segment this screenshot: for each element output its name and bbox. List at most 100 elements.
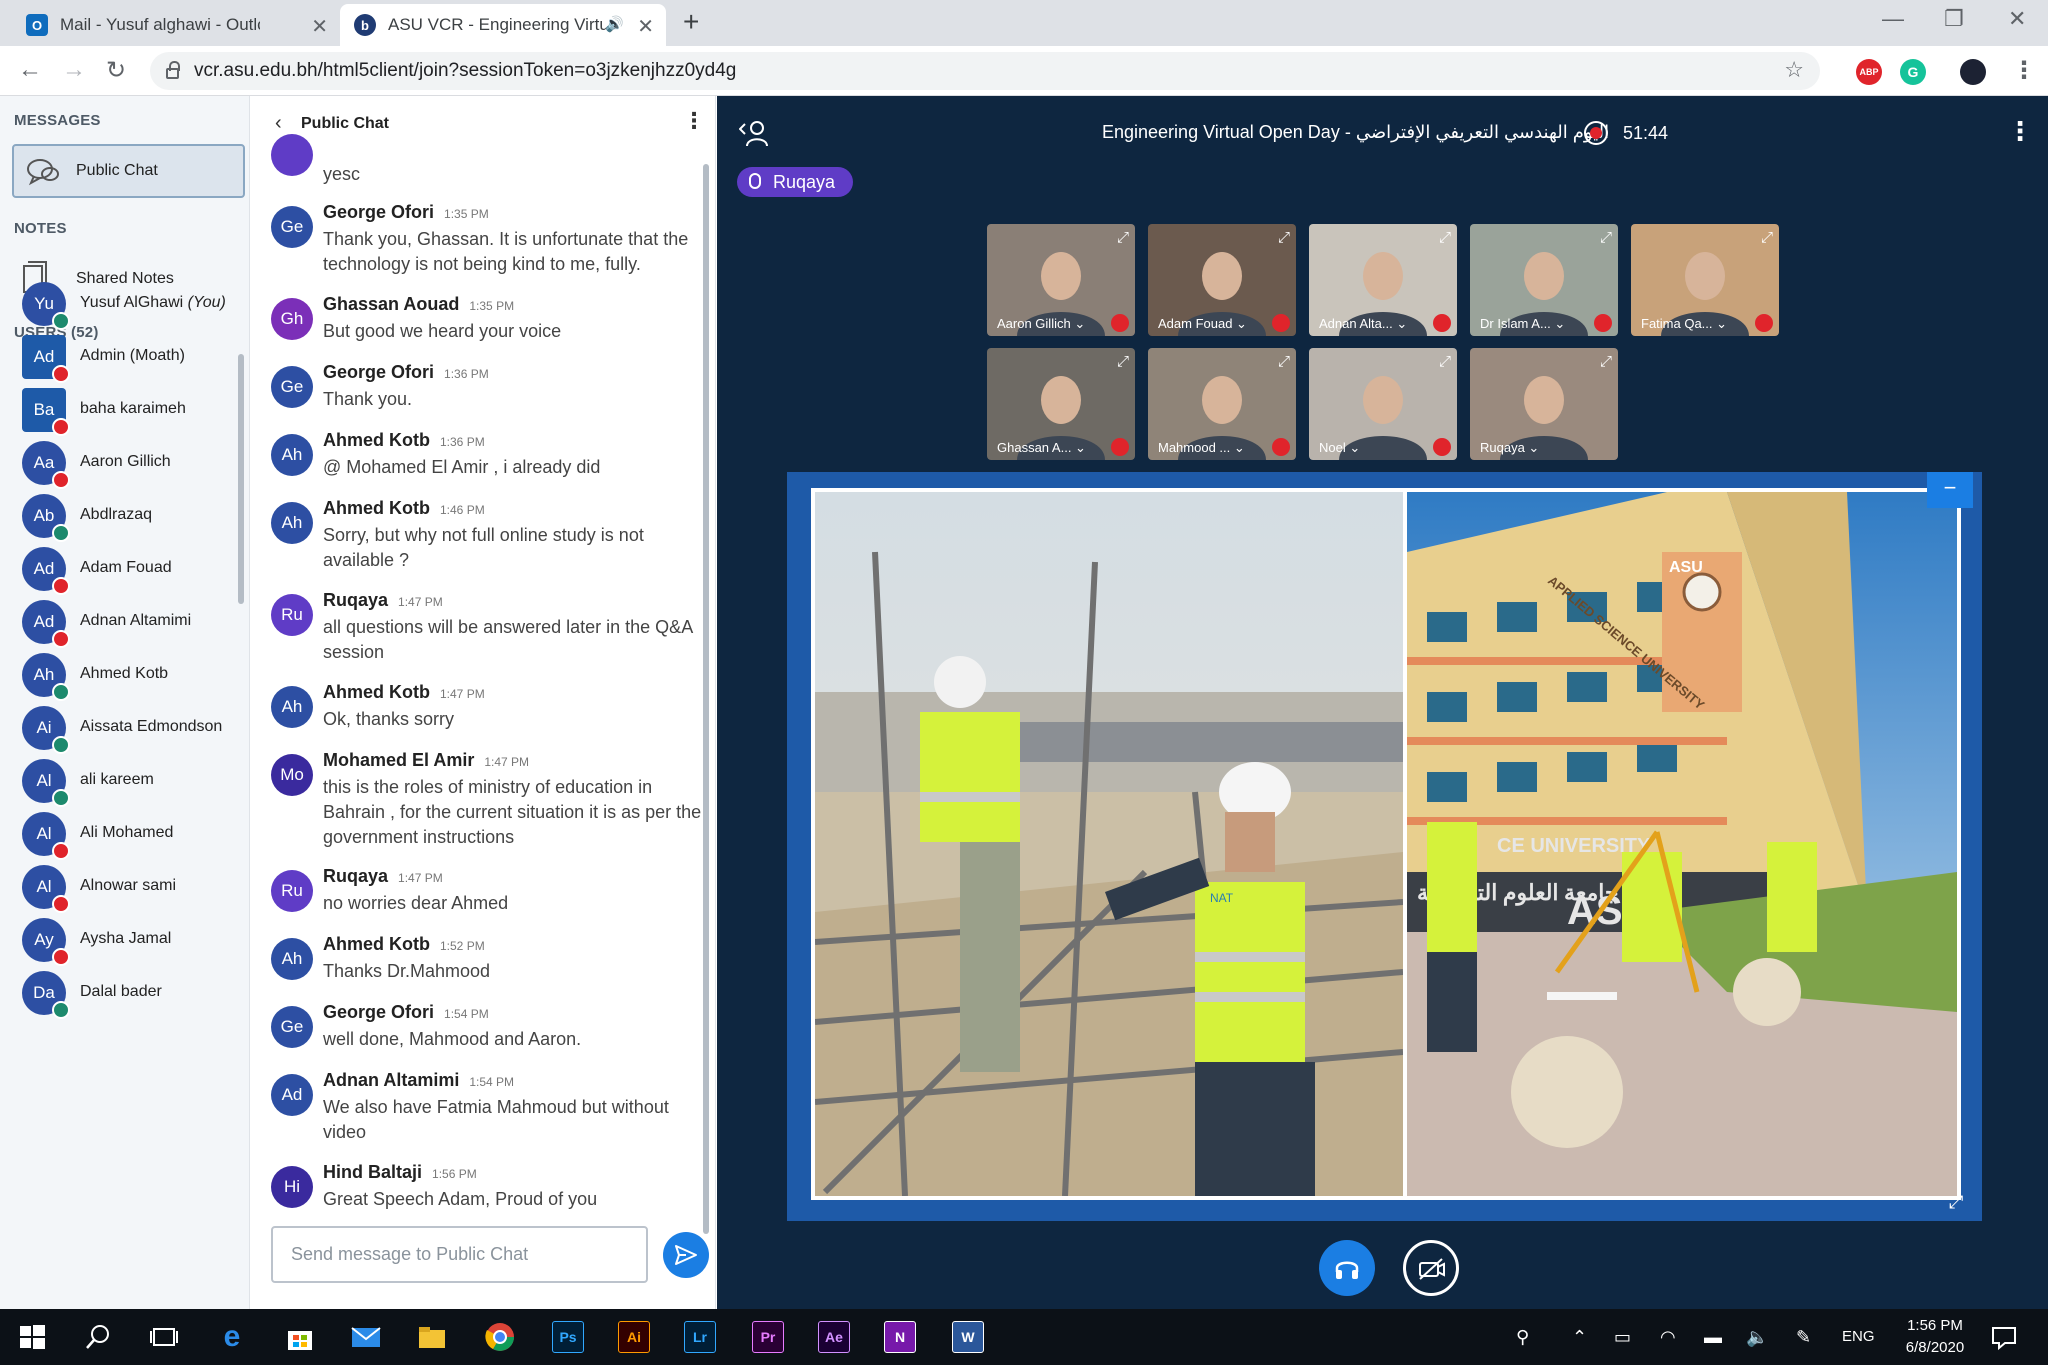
user-list-item[interactable]: Ad Admin (Moath) bbox=[0, 325, 240, 383]
webcam-tile[interactable]: ⤢ Ruqaya ⌄ bbox=[1470, 348, 1618, 460]
adblock-icon[interactable]: ABP bbox=[1856, 59, 1882, 85]
user-list-item[interactable]: Da Dalal bader bbox=[0, 961, 240, 1019]
fullscreen-icon[interactable]: ⤢ bbox=[1600, 353, 1612, 370]
close-icon[interactable]: ✕ bbox=[311, 14, 328, 39]
taskbar-app-icon[interactable]: Lr bbox=[684, 1321, 716, 1353]
scrollbar[interactable] bbox=[238, 354, 244, 604]
taskbar-app-icon[interactable]: Ps bbox=[552, 1321, 584, 1353]
input-language[interactable]: ENG bbox=[1842, 1328, 1875, 1345]
webcam-tile[interactable]: ⤢ Adnan Alta... ⌄ bbox=[1309, 224, 1457, 336]
tab-outlook[interactable]: O Mail - Yusuf alghawi - Outlook ✕ bbox=[12, 4, 340, 46]
chevron-up-icon[interactable]: ⌃ bbox=[1572, 1327, 1587, 1348]
window-close-icon[interactable]: ✕ bbox=[2008, 6, 2026, 32]
pen-icon[interactable]: ✎ bbox=[1796, 1327, 1811, 1348]
webcam-user-name[interactable]: Ghassan A... ⌄ bbox=[997, 440, 1086, 456]
avatar: Ah bbox=[271, 686, 313, 728]
store-icon[interactable] bbox=[284, 1321, 316, 1353]
webcam-user-name[interactable]: Adam Fouad ⌄ bbox=[1158, 316, 1247, 332]
new-tab-button[interactable]: + bbox=[683, 6, 699, 38]
fullscreen-icon[interactable]: ⤢ bbox=[1949, 1192, 1963, 1213]
user-list-toggle-icon[interactable] bbox=[739, 118, 769, 148]
chat-message-input[interactable]: Send message to Public Chat bbox=[271, 1226, 648, 1283]
webcam-user-name[interactable]: Ruqaya ⌄ bbox=[1480, 440, 1539, 456]
address-bar[interactable]: vcr.asu.edu.bh/html5client/join?sessionT… bbox=[150, 52, 1820, 90]
taskbar-app-icon[interactable]: Ai bbox=[618, 1321, 650, 1353]
user-list-item[interactable]: Ah Ahmed Kotb bbox=[0, 643, 240, 701]
share-webcam-button[interactable] bbox=[1403, 1240, 1459, 1296]
user-list-item[interactable]: Ba baha karaimeh bbox=[0, 378, 240, 436]
taskbar-app-icon[interactable]: Pr bbox=[752, 1321, 784, 1353]
clock[interactable]: 1:56 PM 6/8/2020 bbox=[1895, 1315, 1975, 1359]
fullscreen-icon[interactable]: ⤢ bbox=[1439, 229, 1451, 246]
search-icon[interactable] bbox=[82, 1321, 114, 1353]
grammarly-icon[interactable]: G bbox=[1900, 59, 1926, 85]
task-view-icon[interactable] bbox=[148, 1321, 180, 1353]
restore-icon[interactable]: ❐ bbox=[1944, 6, 1964, 32]
user-list-item[interactable]: Ad Adnan Altamimi bbox=[0, 590, 240, 648]
webcam-tile[interactable]: ⤢ Fatima Qa... ⌄ bbox=[1631, 224, 1779, 336]
webcam-user-name[interactable]: Fatima Qa... ⌄ bbox=[1641, 316, 1727, 332]
fullscreen-icon[interactable]: ⤢ bbox=[1278, 229, 1290, 246]
webcam-user-name[interactable]: Noel ⌄ bbox=[1319, 440, 1360, 456]
user-list-item[interactable]: Yu Yusuf AlGhawi (You) bbox=[0, 272, 240, 330]
scrollbar[interactable] bbox=[703, 164, 709, 1234]
audio-button[interactable] bbox=[1319, 1240, 1375, 1296]
chevron-left-icon[interactable]: ‹ bbox=[275, 112, 282, 135]
webcam-tile[interactable]: ⤢ Adam Fouad ⌄ bbox=[1148, 224, 1296, 336]
speaker-icon[interactable]: 🔊 bbox=[605, 15, 624, 33]
notifications-icon[interactable] bbox=[1988, 1321, 2020, 1353]
wifi-icon[interactable]: ◠ bbox=[1660, 1327, 1676, 1348]
minimize-presentation-button[interactable]: − bbox=[1927, 472, 1973, 508]
mail-icon[interactable] bbox=[350, 1321, 382, 1353]
back-arrow-icon[interactable]: ← bbox=[18, 56, 42, 84]
webcam-tile[interactable]: ⤢ Dr Islam A... ⌄ bbox=[1470, 224, 1618, 336]
webcam-user-name[interactable]: Aaron Gillich ⌄ bbox=[997, 316, 1085, 332]
user-list-item[interactable]: Ay Aysha Jamal bbox=[0, 908, 240, 966]
user-list-item[interactable]: Al Alnowar sami bbox=[0, 855, 240, 913]
user-list-item[interactable]: Al ali kareem bbox=[0, 749, 240, 807]
fullscreen-icon[interactable]: ⤢ bbox=[1117, 229, 1129, 246]
chrome-menu-icon[interactable]: ⋮ bbox=[2012, 56, 2036, 85]
more-options-icon[interactable]: ⋮ bbox=[683, 108, 705, 134]
battery-icon[interactable]: ▬ bbox=[1704, 1327, 1722, 1348]
user-list-item[interactable]: Ai Aissata Edmondson bbox=[0, 696, 240, 754]
webcam-user-name[interactable]: Dr Islam A... ⌄ bbox=[1480, 316, 1565, 332]
public-chat-item[interactable]: Public Chat bbox=[12, 144, 245, 198]
webcam-tile[interactable]: ⤢ Aaron Gillich ⌄ bbox=[987, 224, 1135, 336]
webcam-tile[interactable]: ⤢ Ghassan A... ⌄ bbox=[987, 348, 1135, 460]
taskbar-app-icon[interactable]: W bbox=[952, 1321, 984, 1353]
tab-asu-vcr[interactable]: b ASU VCR - Engineering Virtu 🔊 ✕ bbox=[340, 4, 666, 46]
user-list-item[interactable]: Ab Abdlrazaq bbox=[0, 484, 240, 542]
user-list-item[interactable]: Ad Adam Fouad bbox=[0, 537, 240, 595]
chrome-icon[interactable] bbox=[484, 1321, 516, 1353]
taskbar-app-icon[interactable]: Ae bbox=[818, 1321, 850, 1353]
fullscreen-icon[interactable]: ⤢ bbox=[1278, 353, 1290, 370]
user-list-item[interactable]: Aa Aaron Gillich bbox=[0, 431, 240, 489]
webcam-tile[interactable]: ⤢ Mahmood ... ⌄ bbox=[1148, 348, 1296, 460]
taskbar-app-icon[interactable]: N bbox=[884, 1321, 916, 1353]
minimize-icon[interactable]: — bbox=[1882, 6, 1904, 32]
webcam-user-name[interactable]: Mahmood ... ⌄ bbox=[1158, 440, 1245, 456]
recording-icon[interactable] bbox=[1584, 121, 1608, 145]
message-author: Ahmed Kotb 1:36 PM bbox=[323, 430, 485, 450]
fullscreen-icon[interactable]: ⤢ bbox=[1439, 353, 1451, 370]
close-icon[interactable]: ✕ bbox=[637, 14, 654, 39]
send-button[interactable] bbox=[663, 1232, 709, 1278]
file-explorer-icon[interactable] bbox=[416, 1321, 448, 1353]
reload-icon[interactable]: ↻ bbox=[106, 56, 126, 85]
options-menu-icon[interactable]: ⋮ bbox=[2007, 116, 2033, 147]
bookmark-star-icon[interactable]: ☆ bbox=[1784, 57, 1804, 83]
profile-avatar[interactable] bbox=[1960, 59, 1986, 85]
volume-icon[interactable]: 🔈 bbox=[1746, 1327, 1768, 1348]
fullscreen-icon[interactable]: ⤢ bbox=[1600, 229, 1612, 246]
display-icon[interactable]: ▭ bbox=[1614, 1327, 1631, 1348]
edge-icon[interactable]: e bbox=[216, 1320, 248, 1353]
fullscreen-icon[interactable]: ⤢ bbox=[1117, 353, 1129, 370]
user-list-item[interactable]: Al Ali Mohamed bbox=[0, 802, 240, 860]
people-icon[interactable]: ⚲ bbox=[1516, 1327, 1529, 1348]
webcam-user-name[interactable]: Adnan Alta... ⌄ bbox=[1319, 316, 1407, 332]
fullscreen-icon[interactable]: ⤢ bbox=[1761, 229, 1773, 246]
webcam-tile[interactable]: ⤢ Noel ⌄ bbox=[1309, 348, 1457, 460]
forward-arrow-icon[interactable]: → bbox=[62, 56, 86, 84]
windows-start-icon[interactable] bbox=[16, 1321, 48, 1353]
